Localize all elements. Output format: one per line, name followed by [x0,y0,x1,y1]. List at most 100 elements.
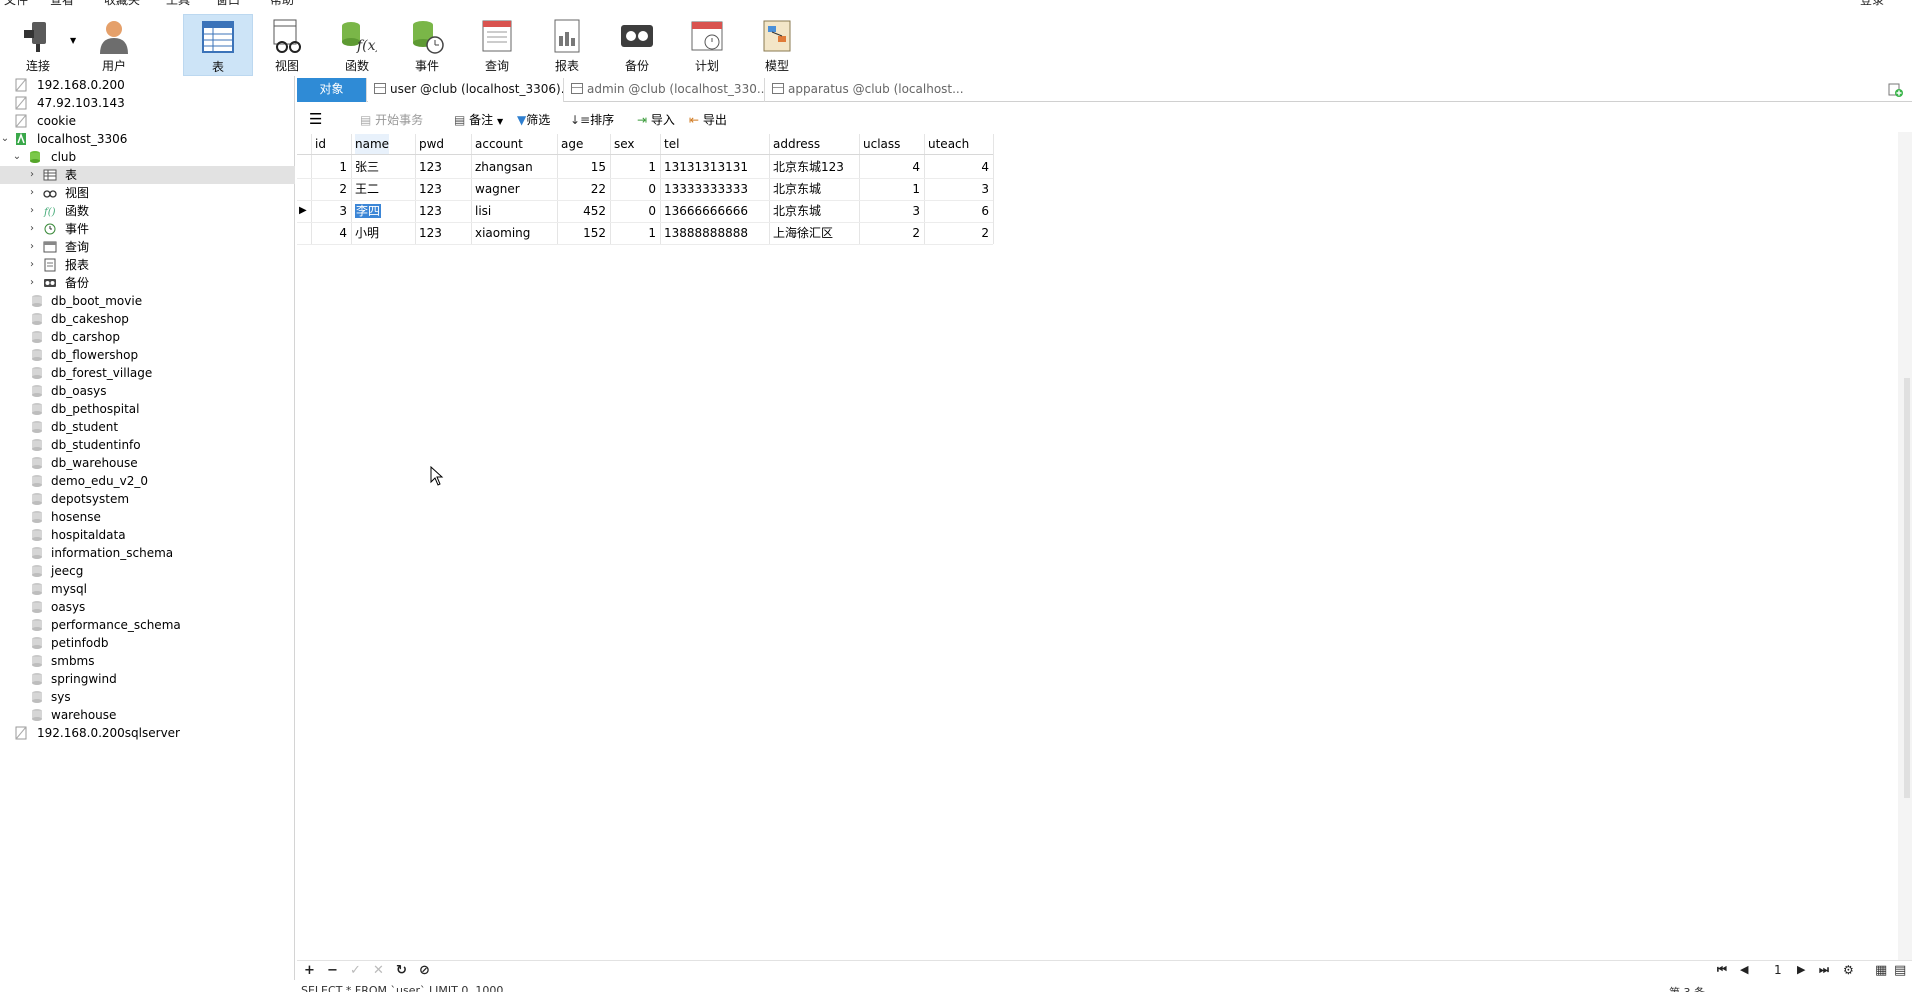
tree-database[interactable]: warehouse [0,706,295,724]
cell-account[interactable]: xiaoming [475,222,553,244]
model-button[interactable]: 模型 [742,14,812,76]
menu-view[interactable]: 查看 [50,0,74,8]
grid-view-icon[interactable]: ▦ [1875,963,1887,978]
expand-arrow-icon[interactable]: › [27,256,37,274]
tree-database[interactable]: db_carshop [0,328,295,346]
cell-name[interactable]: 王二 [355,178,411,200]
menu-help[interactable]: 帮助 [270,0,294,8]
column-header-uteach[interactable]: uteach [928,134,969,154]
view-button[interactable]: 视图 [252,14,322,76]
tab-apparatus-table[interactable]: apparatus @club (localhost... [766,78,966,102]
discard-button[interactable]: ✕ [373,963,384,978]
tree-database[interactable]: oasys [0,598,295,616]
tree-node-backup[interactable]: › 备份 [0,274,295,292]
cell-uclass[interactable]: 1 [863,178,920,200]
cell-tel[interactable]: 13666666666 [664,200,765,222]
cell-tel[interactable]: 13131313131 [664,156,765,178]
cell-id[interactable]: 1 [315,156,347,178]
cell-uteach[interactable]: 2 [928,222,989,244]
cell-sex[interactable]: 1 [614,222,656,244]
cell-id[interactable]: 2 [315,178,347,200]
cell-uclass[interactable]: 4 [863,156,920,178]
tree-database[interactable]: information_schema [0,544,295,562]
scrollbar-thumb[interactable] [1904,378,1910,798]
refresh-icon[interactable]: ↻ [396,963,407,978]
begin-transaction-button[interactable]: ▤ 开始事务 [360,111,423,129]
tree-database[interactable]: db_boot_movie [0,292,295,310]
collapse-arrow-icon[interactable]: ⌄ [12,148,22,166]
cell-tel[interactable]: 13888888888 [664,222,765,244]
column-header-address[interactable]: address [773,134,820,154]
menu-favorites[interactable]: 收藏夹 [104,0,140,8]
tree-database[interactable]: demo_edu_v2_0 [0,472,295,490]
prev-page-icon[interactable]: ◀ [1740,963,1748,976]
login-link[interactable]: 登录 [1860,0,1884,8]
expand-arrow-icon[interactable]: › [27,238,37,256]
tree-connection[interactable]: 47.92.103.143 [0,94,295,112]
first-page-icon[interactable]: ⏮ [1717,963,1727,977]
cell-uteach[interactable]: 6 [928,200,989,222]
tree-connection[interactable]: 192.168.0.200 [0,76,295,94]
next-page-icon[interactable]: ▶ [1797,963,1805,976]
note-button[interactable]: ▤ 备注 ▼ [454,111,503,129]
tree-node-query[interactable]: › 查询 [0,238,295,256]
tree-database[interactable]: hosense [0,508,295,526]
tree-database[interactable]: db_student [0,418,295,436]
tree-database[interactable]: performance_schema [0,616,295,634]
last-page-icon[interactable]: ⏭ [1819,963,1829,977]
function-button[interactable]: f(x) 函数 [322,14,392,76]
cell-account[interactable]: wagner [475,178,553,200]
expand-arrow-icon[interactable]: › [27,202,37,220]
cell-age[interactable]: 15 [561,156,606,178]
tree-database[interactable]: sys [0,688,295,706]
cell-sex[interactable]: 0 [614,200,656,222]
import-button[interactable]: ⇥ 导入 [637,111,675,129]
tree-database[interactable]: db_flowershop [0,346,295,364]
query-button[interactable]: 查询 [462,14,532,76]
settings-gear-icon[interactable]: ⚙ [1843,963,1854,977]
tree-database[interactable]: db_cakeshop [0,310,295,328]
tree-database[interactable]: db_pethospital [0,400,295,418]
cell-pwd[interactable]: 123 [419,178,467,200]
column-header-account[interactable]: account [475,134,523,154]
tree-database[interactable]: springwind [0,670,295,688]
user-button[interactable]: 用户 [79,14,149,76]
new-tab-icon[interactable] [1888,82,1904,98]
stop-icon[interactable]: ⊘ [419,963,430,978]
tab-admin-table[interactable]: admin @club (localhost_330... [565,78,765,102]
tab-objects[interactable]: 对象 [297,78,367,102]
tree-database[interactable]: db_warehouse [0,454,295,472]
menu-hamburger-icon[interactable]: ☰ [309,111,322,129]
tab-user-table[interactable]: user @club (localhost_3306)... [368,78,564,102]
table-button[interactable]: 表 [183,14,253,76]
column-header-uclass[interactable]: uclass [863,134,900,154]
connect-dropdown-icon[interactable]: ▼ [70,36,76,45]
column-header-pwd[interactable]: pwd [419,134,444,154]
cell-address[interactable]: 北京东城 [773,178,855,200]
export-button[interactable]: ⇤ 导出 [689,111,727,129]
filter-button[interactable]: ▼筛选 [517,111,550,129]
cell-pwd[interactable]: 123 [419,222,467,244]
cell-name[interactable]: 小明 [355,222,411,244]
menu-file[interactable]: 文件 [4,0,28,8]
cell-address[interactable]: 北京东城 [773,200,855,222]
table-row[interactable]: 4 小明 123 xiaoming 152 1 13888888888 上海徐汇区 2 2 [297,222,993,244]
cell-name[interactable]: 张三 [355,156,411,178]
cell-account[interactable]: zhangsan [475,156,553,178]
cell-address[interactable]: 北京东城123 [773,156,855,178]
table-row[interactable]: 1 张三 123 zhangsan 15 1 13131313131 北京东城123 4 4 [297,156,993,178]
schedule-button[interactable]: 计划 [672,14,742,76]
connect-button[interactable]: 连接 [3,14,73,76]
tree-node-report[interactable]: › 报表 [0,256,295,274]
tree-database[interactable]: jeecg [0,562,295,580]
column-header-sex[interactable]: sex [614,134,635,154]
column-header-name[interactable]: name [355,134,390,154]
sort-button[interactable]: ↓≡排序 [570,111,614,129]
cell-pwd[interactable]: 123 [419,200,467,222]
tree-database[interactable]: hospitaldata [0,526,295,544]
collapse-arrow-icon[interactable]: ⌄ [0,130,10,148]
cell-account[interactable]: lisi [475,200,553,222]
tree-connection-localhost[interactable]: ⌄ localhost_3306 [0,130,295,148]
tree-database[interactable]: mysql [0,580,295,598]
tree-database[interactable]: petinfodb [0,634,295,652]
